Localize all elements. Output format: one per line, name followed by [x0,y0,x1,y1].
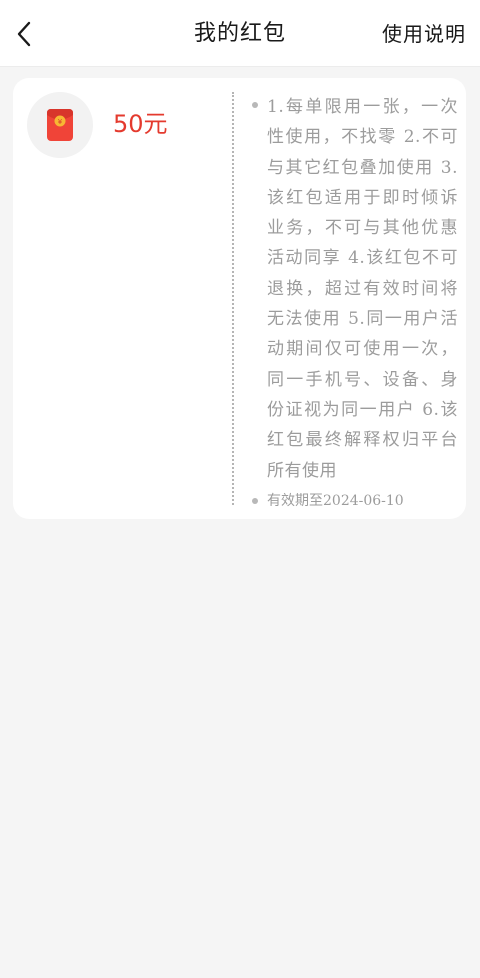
coupon-icon-badge: ¥ [27,92,93,158]
coupon-details: 1.每单限用一张，一次性使用，不找零 2.不可与其它红包叠加使用 3.该红包适用… [252,92,458,514]
coupon-rules-text: 1.每单限用一张，一次性使用，不找零 2.不可与其它红包叠加使用 3.该红包适用… [267,97,458,481]
coupon-divider [232,92,234,505]
coupon-validity-text: 有效期至2024-06-10 [267,492,404,509]
coupon-summary: ¥ 50元 [13,78,232,519]
usage-instructions-link[interactable]: 使用说明 [382,0,466,66]
coupon-rules-item: 1.每单限用一张，一次性使用，不找零 2.不可与其它红包叠加使用 3.该红包适用… [252,92,458,486]
svg-text:¥: ¥ [58,118,63,126]
bullet-dot [252,497,258,504]
coupon-card[interactable]: ¥ 50元 1.每单限用一张，一次性使用，不找零 2.不可与其它红包叠加使用 3… [13,78,466,519]
coupon-validity-item: 有效期至2024-06-10 [252,488,458,514]
red-envelope-icon: ¥ [47,109,73,141]
top-nav-bar: 我的红包 使用说明 [0,0,480,67]
coupon-amount: 50元 [113,110,168,138]
bullet-dot [252,102,258,108]
